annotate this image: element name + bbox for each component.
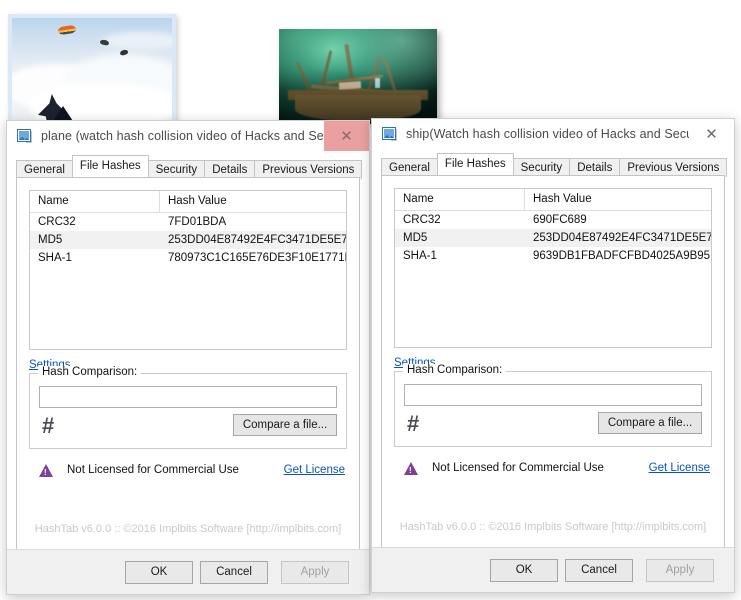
hash-list[interactable]: Name Hash Value CRC32 690FC689 MD5 253DD… xyxy=(394,188,712,348)
hash-comparison-label: Hash Comparison: xyxy=(403,364,507,376)
hash-value: 7FD01BDA xyxy=(168,216,227,228)
close-icon: ✕ xyxy=(705,125,718,143)
hash-name: MD5 xyxy=(403,232,428,244)
product-footer: HashTab v6.0.0 :: ©2016 Implbits Softwar… xyxy=(34,523,342,535)
hash-name: SHA-1 xyxy=(403,250,437,262)
license-status-text: Not Licensed for Commercial Use xyxy=(67,464,239,476)
table-row[interactable]: SHA-1 780973C1C165E76DE3F10E1771DB3... xyxy=(30,249,346,267)
hash-comparison-input[interactable] xyxy=(404,384,702,406)
warning-triangle-icon xyxy=(404,462,418,475)
hash-name: CRC32 xyxy=(38,216,76,228)
license-row: Not Licensed for Commercial Use Get Lice… xyxy=(29,463,347,481)
tabstrip: General File Hashes Security Details Pre… xyxy=(16,155,369,179)
ship-photo xyxy=(279,29,437,124)
tab-file-hashes[interactable]: File Hashes xyxy=(71,155,149,177)
titlebar[interactable]: plane (watch hash collision video of Hac… xyxy=(7,121,369,151)
compare-a-file-button[interactable]: Compare a file... xyxy=(598,412,702,434)
hash-icon: # xyxy=(407,411,420,436)
kite-shape xyxy=(57,24,77,36)
table-row[interactable]: CRC32 690FC689 xyxy=(395,211,711,229)
cloud-shape xyxy=(102,32,172,50)
water-murk xyxy=(279,29,437,124)
hash-value: 253DD04E87492E4FC3471DE5E776B xyxy=(168,234,346,246)
hash-comparison-input[interactable] xyxy=(39,386,337,408)
table-row[interactable]: CRC32 7FD01BDA xyxy=(30,213,346,231)
hash-comparison-group: Hash Comparison: # Compare a file... xyxy=(394,364,712,447)
compare-a-file-button[interactable]: Compare a file... xyxy=(233,414,337,436)
dialog-button-bar: OK Cancel Apply xyxy=(372,547,734,592)
hash-value: 253DD04E87492E4FC3471DE5E776B xyxy=(533,232,711,244)
image-file-icon xyxy=(17,128,33,144)
window-title: plane (watch hash collision video of Hac… xyxy=(41,129,324,143)
cancel-button[interactable]: Cancel xyxy=(200,561,268,584)
table-row[interactable]: MD5 253DD04E87492E4FC3471DE5E776B xyxy=(30,231,346,249)
apply-button: Apply xyxy=(281,561,349,584)
product-footer: HashTab v6.0.0 :: ©2016 Implbits Softwar… xyxy=(399,521,707,533)
hash-comparison-label: Hash Comparison: xyxy=(38,366,142,378)
apply-button: Apply xyxy=(646,559,714,582)
cancel-button[interactable]: Cancel xyxy=(565,559,633,582)
get-license-link[interactable]: Get License xyxy=(284,464,345,476)
column-header-hash-value[interactable]: Hash Value xyxy=(525,189,711,210)
hash-name: CRC32 xyxy=(403,214,441,226)
hash-list-header: Name Hash Value xyxy=(30,191,346,213)
properties-window-ship[interactable]: ship(Watch hash collision video of Hacks… xyxy=(371,118,735,593)
titlebar[interactable]: ship(Watch hash collision video of Hacks… xyxy=(372,119,734,149)
hash-value: 780973C1C165E76DE3F10E1771DB3... xyxy=(168,252,346,264)
window-title: ship(Watch hash collision video of Hacks… xyxy=(406,127,689,141)
table-row[interactable]: SHA-1 9639DB1FBADFCFBD4025A9B95D10... xyxy=(395,247,711,265)
plane-photo xyxy=(8,14,176,132)
hash-comparison-group: Hash Comparison: # Compare a file... xyxy=(29,366,347,449)
close-icon: ✕ xyxy=(340,127,353,145)
hash-list-header: Name Hash Value xyxy=(395,189,711,211)
tab-page-file-hashes: Name Hash Value CRC32 690FC689 MD5 253DD… xyxy=(381,175,725,548)
dialog-button-bar: OK Cancel Apply xyxy=(7,549,369,594)
column-header-name[interactable]: Name xyxy=(30,191,160,212)
tab-file-hashes[interactable]: File Hashes xyxy=(436,153,514,175)
properties-window-plane[interactable]: plane (watch hash collision video of Hac… xyxy=(6,120,370,595)
hash-value: 9639DB1FBADFCFBD4025A9B95D10... xyxy=(533,250,711,262)
hash-icon: # xyxy=(42,413,55,438)
hash-name: SHA-1 xyxy=(38,252,72,264)
ok-button[interactable]: OK xyxy=(490,559,558,582)
ok-button[interactable]: OK xyxy=(125,561,193,584)
warning-triangle-icon xyxy=(39,464,53,477)
hash-list[interactable]: Name Hash Value CRC32 7FD01BDA MD5 253DD… xyxy=(29,190,347,350)
tabstrip: General File Hashes Security Details Pre… xyxy=(381,153,734,177)
table-row[interactable]: MD5 253DD04E87492E4FC3471DE5E776B xyxy=(395,229,711,247)
close-button[interactable]: ✕ xyxy=(689,119,734,149)
license-row: Not Licensed for Commercial Use Get Lice… xyxy=(394,461,712,479)
close-button[interactable]: ✕ xyxy=(324,121,369,151)
column-header-hash-value[interactable]: Hash Value xyxy=(160,191,346,212)
hash-name: MD5 xyxy=(38,234,63,246)
hash-value: 690FC689 xyxy=(533,214,587,226)
image-file-icon xyxy=(382,126,398,142)
license-status-text: Not Licensed for Commercial Use xyxy=(432,462,604,474)
tab-page-file-hashes: Name Hash Value CRC32 7FD01BDA MD5 253DD… xyxy=(16,177,360,550)
column-header-name[interactable]: Name xyxy=(395,189,525,210)
get-license-link[interactable]: Get License xyxy=(649,462,710,474)
